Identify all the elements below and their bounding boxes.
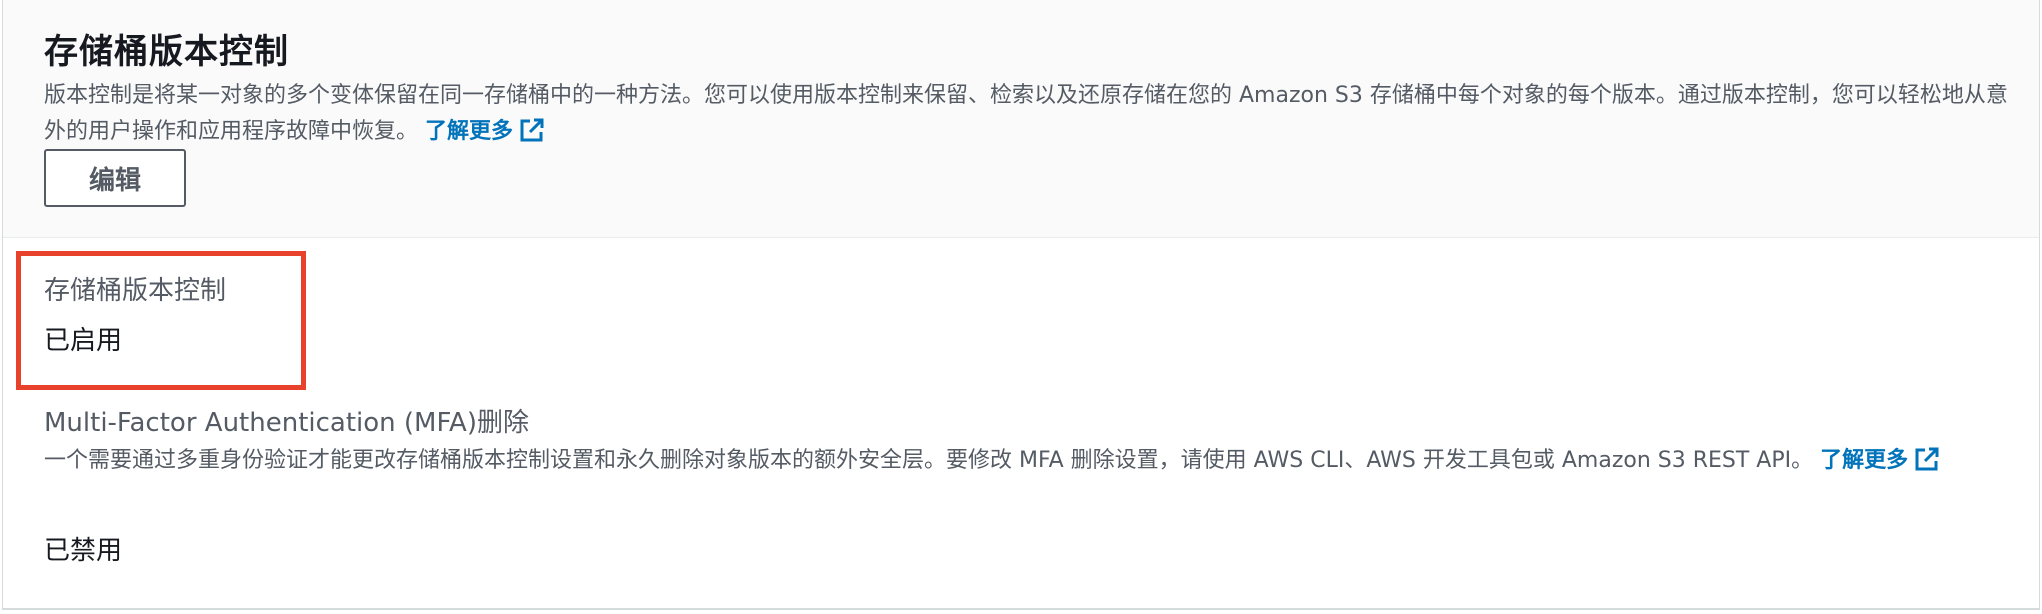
panel-header: 存储桶版本控制 版本控制是将某一对象的多个变体保留在同一存储桶中的一种方法。您可… [3, 0, 2039, 238]
external-link-icon [520, 118, 544, 142]
learn-more-link[interactable]: 了解更多 [425, 118, 545, 144]
mfa-delete-label: Multi-Factor Authentication (MFA)删除 [44, 408, 529, 438]
bucket-versioning-panel: 存储桶版本控制 版本控制是将某一对象的多个变体保留在同一存储桶中的一种方法。您可… [2, 0, 2040, 610]
learn-more-label: 了解更多 [425, 119, 514, 144]
mfa-delete-value: 已禁用 [44, 536, 123, 566]
edit-button[interactable]: 编辑 [44, 149, 186, 207]
versioning-status-value: 已启用 [44, 326, 123, 356]
page-title: 存储桶版本控制 [44, 32, 289, 72]
external-link-icon [1915, 447, 1939, 471]
mfa-description-text: 一个需要通过多重身份验证才能更改存储桶版本控制设置和永久删除对象版本的额外安全层… [44, 448, 1814, 473]
versioning-description: 版本控制是将某一对象的多个变体保留在同一存储桶中的一种方法。您可以使用版本控制来… [44, 78, 2014, 150]
mfa-description: 一个需要通过多重身份验证才能更改存储桶版本控制设置和永久删除对象版本的额外安全层… [44, 441, 2014, 481]
versioning-status-label: 存储桶版本控制 [44, 276, 227, 306]
versioning-description-text: 版本控制是将某一对象的多个变体保留在同一存储桶中的一种方法。您可以使用版本控制来… [44, 83, 2008, 144]
mfa-learn-more-label: 了解更多 [1820, 448, 1909, 473]
mfa-learn-more-link[interactable]: 了解更多 [1820, 447, 1940, 473]
